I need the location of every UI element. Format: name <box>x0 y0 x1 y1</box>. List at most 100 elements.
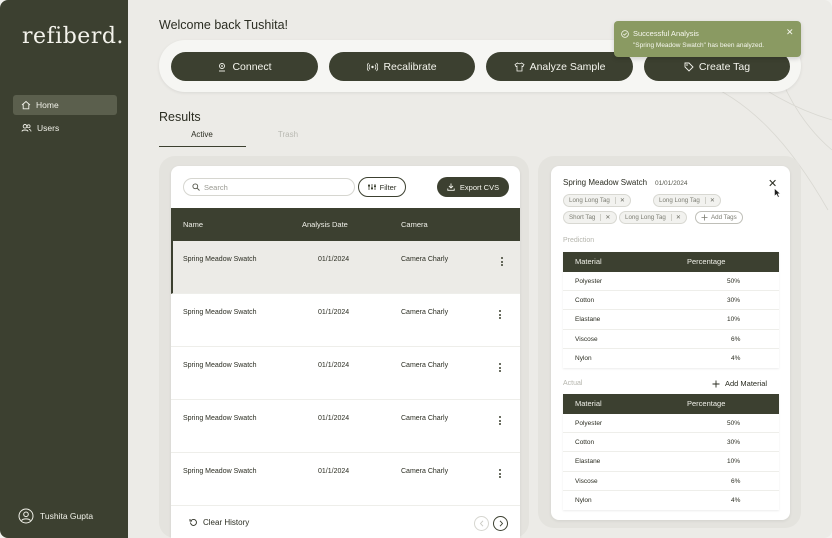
app-window: refiberd. Home Users Tushita Gupta Welco… <box>0 0 832 538</box>
chevron-left-icon <box>479 520 483 527</box>
column-header-name: Name <box>183 220 204 229</box>
results-heading: Results <box>159 110 201 124</box>
detail-date: 01/01/2024 <box>655 180 688 187</box>
plus-icon <box>701 214 708 221</box>
row-name: Spring Meadow Swatch <box>183 468 257 475</box>
clear-history-label: Clear History <box>203 518 250 527</box>
detail-title: Spring Meadow Swatch <box>563 178 648 187</box>
shirt-icon <box>514 61 525 71</box>
row-date: 01/1/2024 <box>318 309 350 316</box>
sidebar-item-label: Home <box>36 100 59 110</box>
signal-icon <box>367 62 379 71</box>
download-icon <box>447 183 455 191</box>
table-row: Polyester 50% <box>563 414 779 434</box>
next-page-button[interactable] <box>493 516 508 531</box>
column-header-percentage: Percentage <box>687 399 726 408</box>
table-row: Viscose 6% <box>563 472 779 491</box>
toast-close-icon[interactable]: ✕ <box>786 27 794 38</box>
material-name: Viscose <box>575 335 598 343</box>
brand-logo: refiberd. <box>22 24 124 49</box>
row-date: 01/1/2024 <box>318 256 350 263</box>
row-date: 01/1/2024 <box>318 362 350 369</box>
table-row: Nylon 4% <box>563 349 779 368</box>
clear-history-button[interactable]: Clear History <box>189 518 249 527</box>
actual-table: Material Percentage Polyester 50% Cotton 3… <box>563 394 779 510</box>
recalibrate-button[interactable]: Recalibrate <box>329 52 475 81</box>
table-row[interactable]: Spring Meadow Swatch 01/1/2024 Camera Ch… <box>171 241 520 294</box>
row-name: Spring Meadow Swatch <box>183 256 257 263</box>
page-title: Welcome back Tushita! <box>159 18 288 32</box>
toast-message: "Spring Meadow Swatch" has been analyzed… <box>633 42 765 49</box>
tab-trash[interactable]: Trash <box>245 130 331 139</box>
column-header-camera: Camera <box>401 220 428 229</box>
remove-tag-icon[interactable]: ✕ <box>614 197 625 204</box>
tag-chip-label: Long Long Tag <box>569 197 610 204</box>
tag-chip-label: Long Long Tag <box>659 197 700 204</box>
row-menu-icon[interactable] <box>499 469 503 479</box>
table-row[interactable]: Spring Meadow Swatch 01/1/2024 Camera Ch… <box>171 453 520 506</box>
home-icon <box>21 100 31 110</box>
tag-chip[interactable]: Long Long Tag ✕ <box>653 194 722 207</box>
table-row[interactable]: Spring Meadow Swatch 01/1/2024 Camera Ch… <box>171 347 520 400</box>
search-input[interactable]: Search <box>183 178 355 196</box>
material-name: Polyester <box>575 278 603 285</box>
sidebar-item-home[interactable]: Home <box>13 95 117 115</box>
material-name: Nylon <box>575 496 592 504</box>
remove-tag-icon[interactable]: ✕ <box>600 214 611 221</box>
table-header: Material Percentage <box>563 394 779 414</box>
row-menu-icon[interactable] <box>499 363 503 373</box>
add-material-label: Add Material <box>725 379 768 388</box>
tag-chip[interactable]: Long Long Tag ✕ <box>619 211 688 224</box>
tag-chip-label: Short Tag <box>569 214 596 221</box>
remove-tag-icon[interactable]: ✕ <box>670 214 681 221</box>
material-name: Cotton <box>575 297 595 305</box>
detail-panel: Spring Meadow Swatch 01/01/2024 ✕ Long L… <box>551 166 790 520</box>
main-content: Welcome back Tushita! Connect Recalibrat… <box>128 0 832 538</box>
sidebar-item-users[interactable]: Users <box>13 118 117 138</box>
add-material-button[interactable]: Add Material <box>712 379 767 388</box>
filter-icon <box>367 184 376 190</box>
connect-button[interactable]: Connect <box>171 52 318 81</box>
material-name: Polyester <box>575 420 603 427</box>
actual-label: Actual <box>563 380 583 387</box>
table-header: Name Analysis Date Camera <box>171 208 520 241</box>
column-header-material: Material <box>575 399 602 408</box>
user-profile[interactable]: Tushita Gupta <box>18 508 93 524</box>
tag-chip[interactable]: Long Long Tag ✕ <box>563 194 632 207</box>
row-date: 01/1/2024 <box>318 468 350 475</box>
active-tab-indicator <box>159 146 246 147</box>
row-menu-icon[interactable] <box>499 416 503 426</box>
table-row[interactable]: Spring Meadow Swatch 01/1/2024 Camera Ch… <box>171 294 520 347</box>
analyze-sample-button-label: Analyze Sample <box>529 60 606 73</box>
add-tags-button[interactable]: Add Tags <box>695 211 743 224</box>
remove-tag-icon[interactable]: ✕ <box>704 197 715 204</box>
material-name: Nylon <box>575 354 592 362</box>
user-circle-icon <box>18 508 34 524</box>
row-menu-icon[interactable] <box>501 257 505 267</box>
plus-icon <box>712 380 720 387</box>
tag-chip-label: Long Long Tag <box>625 214 666 221</box>
tag-icon <box>684 62 694 72</box>
row-menu-icon[interactable] <box>499 310 503 320</box>
table-row: Viscose 6% <box>563 330 779 349</box>
chevron-right-icon <box>499 520 503 527</box>
check-circle-icon <box>621 30 629 38</box>
material-percentage: 4% <box>731 496 741 504</box>
export-button[interactable]: Export CVS <box>437 177 509 197</box>
tab-active[interactable]: Active <box>159 130 245 139</box>
column-header-date: Analysis Date <box>302 220 348 229</box>
previous-page-button[interactable] <box>474 516 489 531</box>
filter-label: Filter <box>379 182 397 192</box>
search-placeholder: Search <box>204 182 228 192</box>
tag-chip[interactable]: Short Tag ✕ <box>563 211 617 224</box>
toast-title: Successful Analysis <box>633 29 699 38</box>
sidebar-item-label: Users <box>37 123 60 133</box>
filter-button[interactable]: Filter <box>358 177 406 197</box>
row-camera: Camera Charly <box>401 256 449 263</box>
connect-icon <box>219 62 226 71</box>
row-camera: Camera Charly <box>401 468 449 475</box>
analyze-sample-button[interactable]: Analyze Sample <box>486 52 633 81</box>
prediction-table: Material Percentage Polyester 50% Cotton 3… <box>563 252 779 368</box>
results-panel: Search Filter Export CVS Name Analysis D… <box>171 166 520 538</box>
table-row[interactable]: Spring Meadow Swatch 01/1/2024 Camera Ch… <box>171 400 520 453</box>
